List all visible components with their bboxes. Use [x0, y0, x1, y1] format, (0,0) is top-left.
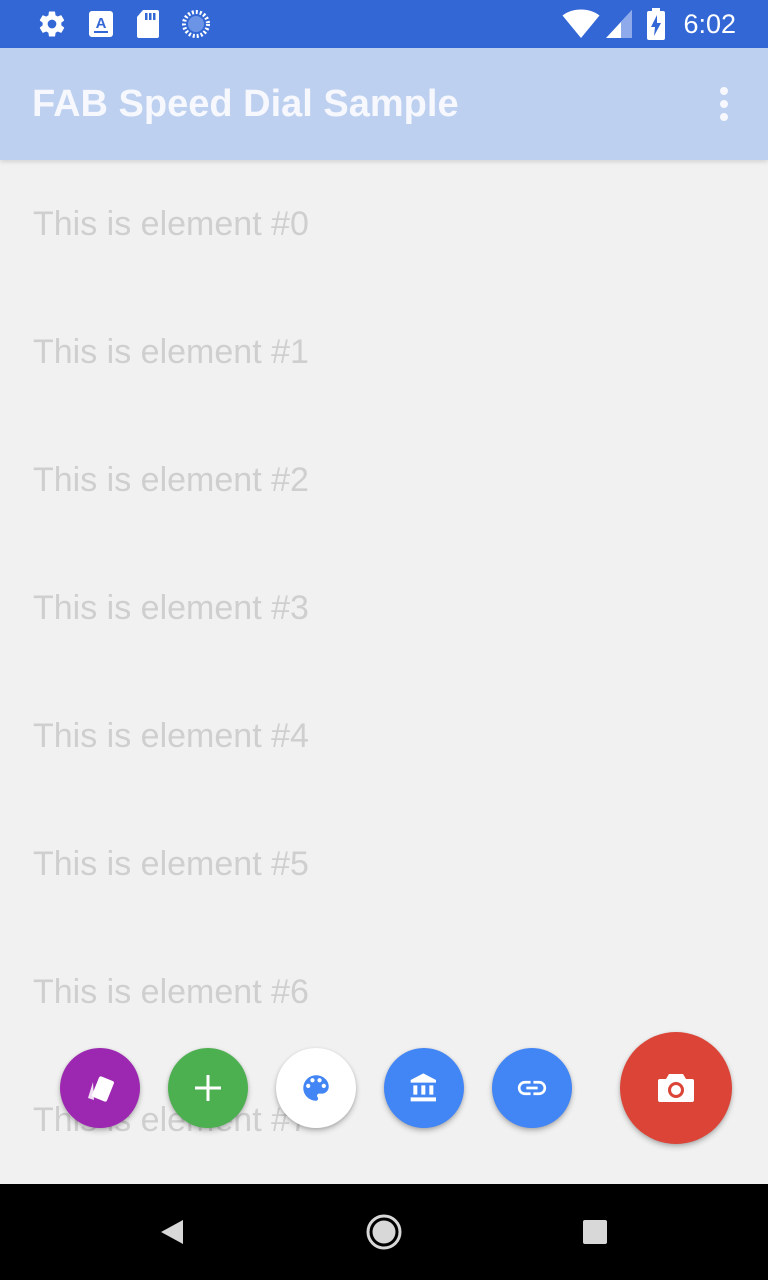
- app-bar: FAB Speed Dial Sample: [0, 48, 768, 160]
- fab-palette-button[interactable]: [276, 1048, 356, 1128]
- fab-link-button[interactable]: [492, 1048, 572, 1128]
- list-item[interactable]: This is element #2: [0, 416, 768, 544]
- status-bar: A 6:02: [0, 0, 768, 48]
- list-item[interactable]: This is element #5: [0, 800, 768, 928]
- bank-icon: [410, 1073, 436, 1102]
- link-icon: [517, 1080, 547, 1096]
- fab-camera-button[interactable]: [620, 1032, 732, 1144]
- fab-cards-button[interactable]: [60, 1048, 140, 1128]
- fab-bank-button[interactable]: [384, 1048, 464, 1128]
- home-icon: [366, 1214, 402, 1250]
- camera-icon: [658, 1074, 694, 1102]
- back-icon: [161, 1220, 183, 1244]
- back-button[interactable]: [148, 1208, 196, 1256]
- a11y-keyboard-icon: A: [86, 8, 116, 40]
- clock: 6:02: [683, 9, 736, 39]
- sd-card-icon: [134, 8, 162, 40]
- recents-icon: [583, 1220, 607, 1244]
- navigation-bar: [0, 1184, 768, 1280]
- fab-add-button[interactable]: [168, 1048, 248, 1128]
- svg-text:A: A: [96, 15, 107, 32]
- palette-icon: [303, 1075, 329, 1101]
- more-vertical-icon: [720, 87, 728, 121]
- battery-charging-icon: [644, 8, 668, 40]
- element-list[interactable]: This is element #0 This is element #1 Th…: [0, 160, 768, 1184]
- overflow-menu-button[interactable]: [700, 80, 748, 128]
- cards-icon: [88, 1076, 114, 1102]
- recents-button[interactable]: [571, 1208, 619, 1256]
- home-button[interactable]: [360, 1208, 408, 1256]
- list-item[interactable]: This is element #4: [0, 672, 768, 800]
- list-item[interactable]: This is element #1: [0, 288, 768, 416]
- app-title: FAB Speed Dial Sample: [32, 83, 459, 125]
- list-item[interactable]: This is element #0: [0, 160, 768, 288]
- cell-signal-icon: [604, 8, 634, 40]
- wifi-icon: [562, 8, 600, 40]
- sync-progress-icon: [180, 8, 212, 40]
- list-item[interactable]: This is element #3: [0, 544, 768, 672]
- settings-icon: [36, 8, 68, 40]
- add-icon: [195, 1075, 221, 1101]
